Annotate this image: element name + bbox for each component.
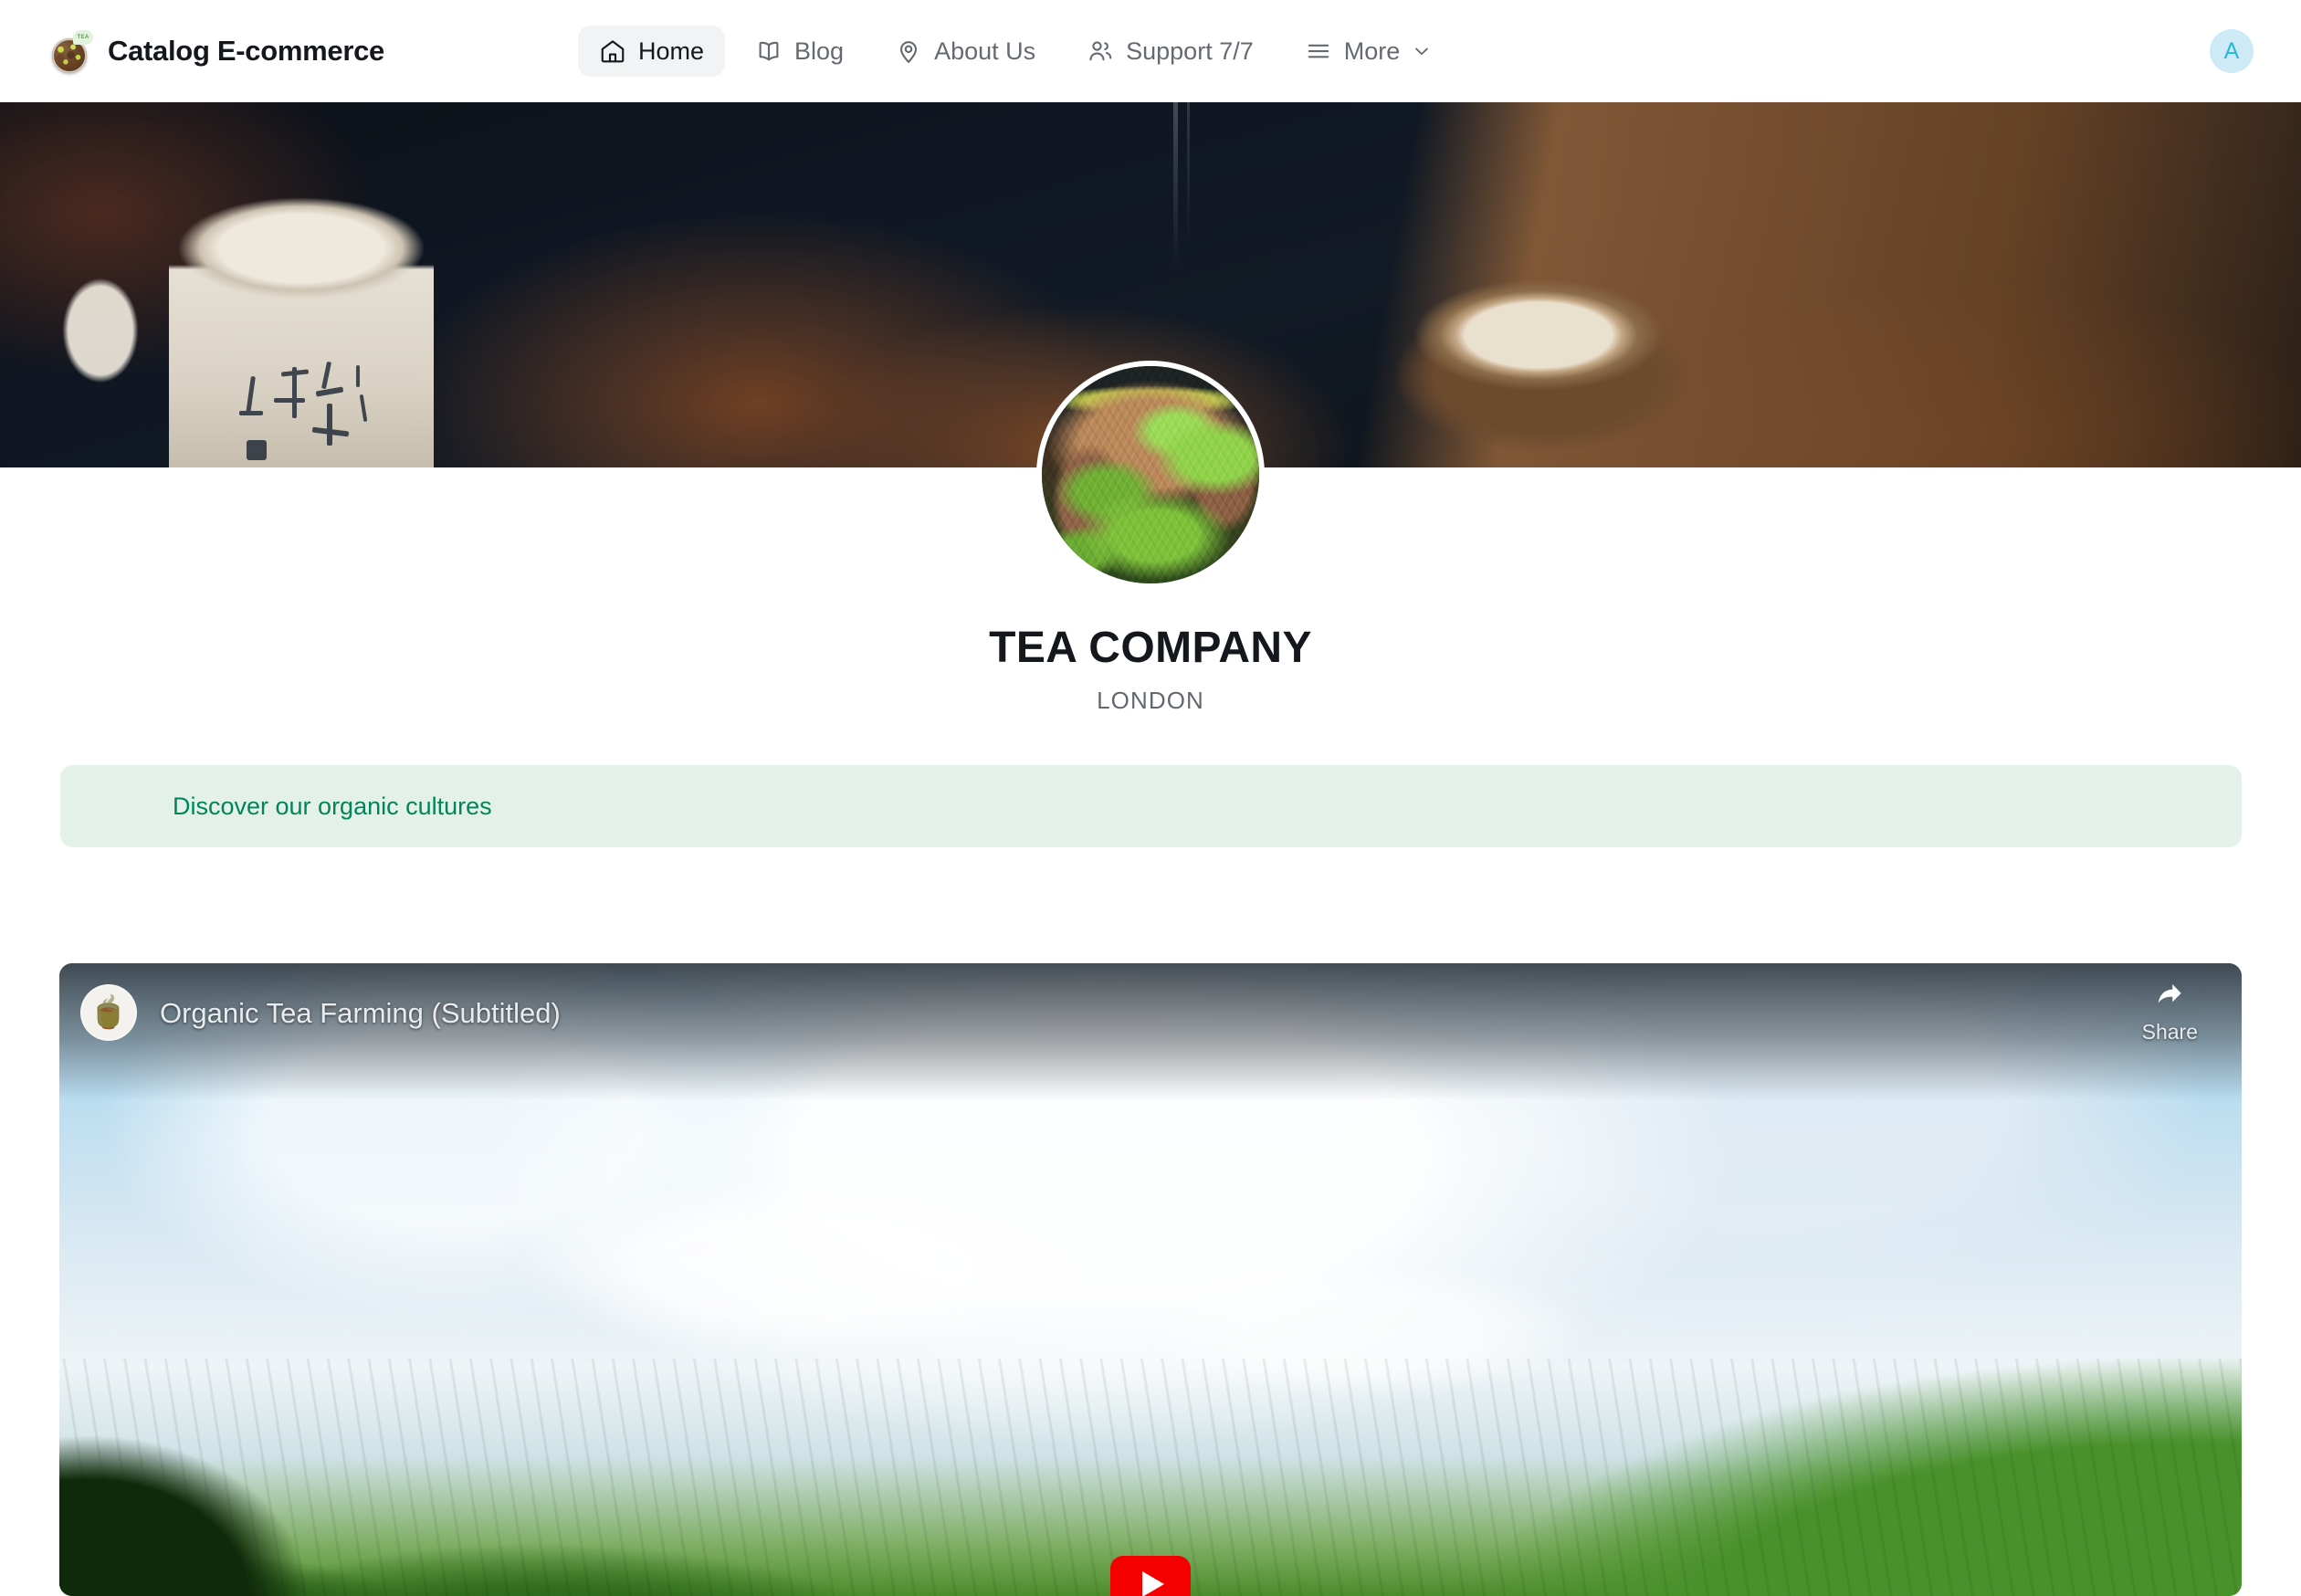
youtube-play-icon[interactable]	[1110, 1556, 1191, 1596]
nav-item-home[interactable]: Home	[577, 26, 726, 77]
user-avatar[interactable]: A	[2210, 29, 2254, 73]
nav-item-home-label: Home	[637, 37, 705, 65]
nav-item-blog-label: Blog	[794, 37, 845, 65]
top-navigation-bar: TEA Catalog E-commerce Home Blog About U…	[0, 0, 2301, 102]
company-avatar-texture	[1042, 366, 1259, 583]
company-city: LONDON	[1097, 687, 1204, 714]
page-title: TEA COMPANY	[989, 624, 1312, 672]
nav-item-more-label: More	[1343, 37, 1401, 65]
book-icon	[755, 37, 783, 65]
company-avatar	[1036, 361, 1265, 589]
nav-item-more[interactable]: More	[1284, 26, 1454, 77]
nav-item-about-us[interactable]: About Us	[874, 26, 1056, 77]
users-icon	[1087, 37, 1114, 65]
hamburger-menu-icon	[1305, 37, 1332, 65]
video-title[interactable]: Organic Tea Farming (Subtitled)	[160, 997, 561, 1030]
share-button-label: Share	[2141, 1020, 2198, 1044]
brand[interactable]: TEA Catalog E-commerce	[49, 30, 384, 73]
nav-item-blog[interactable]: Blog	[734, 26, 865, 77]
nav-item-support-label: Support 7/7	[1126, 37, 1254, 65]
play-triangle	[1141, 1571, 1164, 1596]
nav-item-support[interactable]: Support 7/7	[1066, 26, 1275, 77]
nav-item-about-us-label: About Us	[934, 37, 1036, 65]
promo-banner-text: Discover our organic cultures	[173, 792, 492, 820]
user-avatar-initial: A	[2223, 37, 2240, 64]
teapot-icon[interactable]: 🍵	[80, 984, 137, 1041]
promo-banner[interactable]: Discover our organic cultures	[60, 765, 2242, 847]
home-icon	[599, 37, 626, 65]
tea-bowl-logo-icon: TEA	[49, 30, 93, 73]
logo-tea-badge: TEA	[73, 30, 93, 45]
share-arrow-icon	[2154, 982, 2185, 1014]
share-button[interactable]: Share	[2142, 982, 2198, 1045]
nav-links: Home Blog About Us Support 7/7 More	[577, 26, 1454, 77]
map-pin-icon	[895, 37, 922, 65]
chevron-down-icon	[1412, 41, 1432, 61]
teapot-glyph: 🍵	[89, 995, 129, 1030]
hero-jug-calligraphy	[228, 358, 393, 467]
video-top-overlay: 🍵 Organic Tea Farming (Subtitled) Share	[59, 963, 2242, 1100]
brand-title: Catalog E-commerce	[108, 35, 384, 67]
video-tree-silhouette	[59, 1322, 434, 1596]
video-player[interactable]: 🍵 Organic Tea Farming (Subtitled) Share	[59, 963, 2242, 1596]
